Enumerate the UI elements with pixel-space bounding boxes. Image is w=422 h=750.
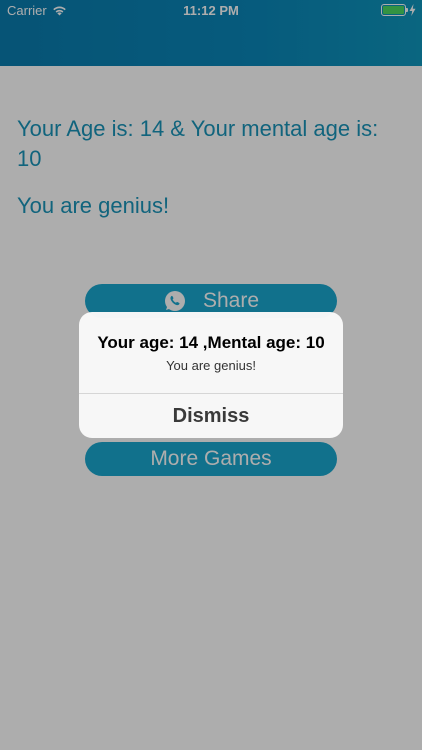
alert-title: Your age: 14 ,Mental age: 10 bbox=[97, 333, 325, 352]
alert-message: You are genius! bbox=[166, 358, 256, 373]
dismiss-button[interactable]: Dismiss bbox=[79, 394, 343, 438]
alert-dialog: Your age: 14 ,Mental age: 10 You are gen… bbox=[79, 312, 343, 438]
